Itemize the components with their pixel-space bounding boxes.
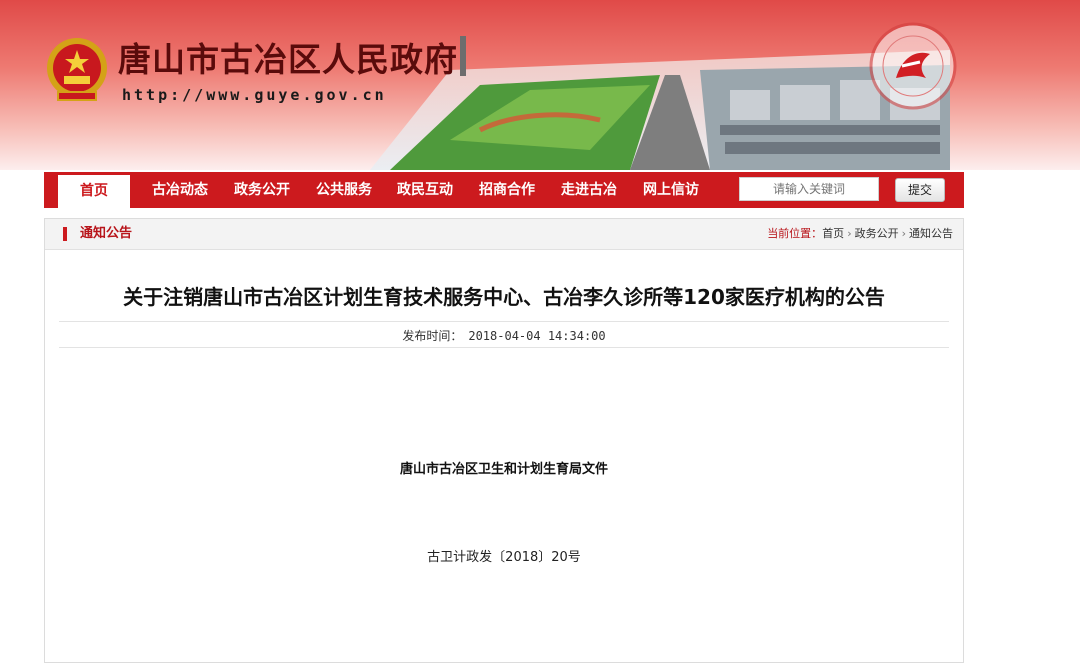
nav-item-online-petition[interactable]: 网上信访 [643,172,699,208]
document-issuer: 唐山市古冶区卫生和计划生育局文件 [399,462,608,477]
nav-item-about-guye[interactable]: 走进古冶 [561,172,617,208]
nav-item-investment[interactable]: 招商合作 [479,172,535,208]
chevron-right-icon: › [847,227,852,240]
chevron-right-icon: › [901,227,906,240]
nav-item-interaction[interactable]: 政民互动 [397,172,453,208]
breadcrumb-government-affairs[interactable]: 政务公开 [855,227,899,240]
nav-item-guye-news[interactable]: 古冶动态 [152,172,208,208]
national-emblem-icon [47,38,107,101]
breadcrumb-home[interactable]: 首页 [822,227,844,240]
document-number: 古卫计政发〔2018〕20号 [427,550,581,565]
tangshan-government-portal-seal-icon[interactable] [868,20,958,112]
publish-time: 发布时间： 2018-04-04 14:34:00 [45,327,963,344]
header-banner: 唐山市古冶区人民政府 http://www.guye.gov.cn [0,0,1080,170]
site-title: 唐山市古冶区人民政府 [118,40,458,79]
nav-item-home[interactable]: 首页 [58,172,130,208]
article-title: 关于注销唐山市古冶区计划生育技术服务中心、古冶李久诊所等120家医疗机构的公告 [123,285,885,309]
divider [59,347,949,348]
publish-time-value: 2018-04-04 14:34:00 [468,329,606,343]
nav-item-public-services[interactable]: 公共服务 [316,172,372,208]
submit-button[interactable]: 提交 [895,178,945,202]
breadcrumb: 当前位置：首页 › 政务公开 › 通知公告 [767,219,953,249]
section-header: 通知公告 当前位置：首页 › 政务公开 › 通知公告 [45,219,963,250]
main-nav: 首页 古冶动态 政务公开 公共服务 政民互动 招商合作 走进古冶 网上信访 提交 [44,172,964,208]
site-url[interactable]: http://www.guye.gov.cn [122,86,387,104]
nav-item-government-affairs[interactable]: 政务公开 [234,172,290,208]
article-panel: 通知公告 当前位置：首页 › 政务公开 › 通知公告 关于注销唐山市古冶区计划生育技术服… [44,218,964,663]
publish-time-label: 发布时间： [402,329,463,343]
section-title: 通知公告 [80,226,133,241]
breadcrumb-label: 当前位置： [767,227,823,240]
divider [59,321,949,322]
search-input[interactable] [739,177,879,201]
section-marker [63,227,67,241]
breadcrumb-notices[interactable]: 通知公告 [909,227,953,240]
